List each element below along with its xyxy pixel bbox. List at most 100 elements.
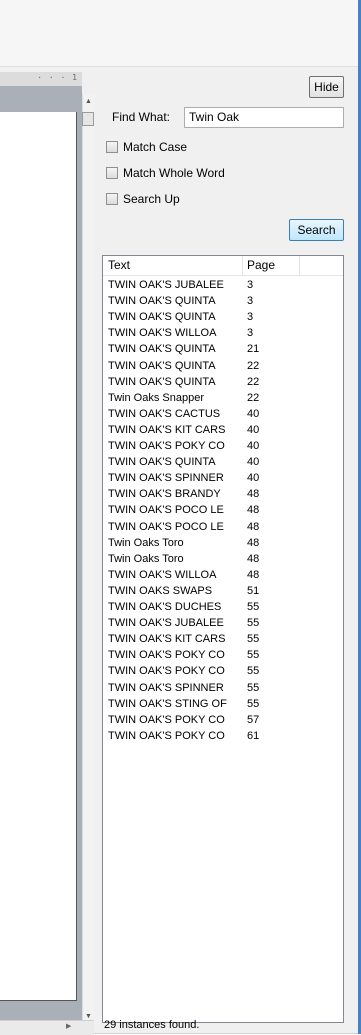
column-separator[interactable] — [242, 256, 243, 275]
result-page: 22 — [247, 359, 260, 372]
table-row[interactable]: TWIN OAK'S QUINTA 3 — [103, 293, 343, 309]
table-row[interactable]: TWIN OAK'S POKY CO 40 — [103, 438, 343, 454]
result-text: TWIN OAK'S DUCHES — [108, 601, 222, 613]
column-separator[interactable] — [299, 256, 300, 275]
result-page: 22 — [247, 391, 260, 404]
result-page: 40 — [247, 456, 260, 469]
result-text: TWIN OAK'S QUINTA — [108, 456, 216, 469]
result-page: 55 — [247, 697, 260, 710]
result-text: TWIN OAK'S QUINTA — [108, 343, 216, 356]
status-text: 29 instances found. — [104, 1019, 200, 1031]
horizontal-scrollbar[interactable]: ▶ — [0, 1020, 94, 1035]
result-text: TWIN OAK'S QUINTA — [108, 359, 216, 372]
result-page: 40 — [247, 407, 260, 420]
result-page: 3 — [247, 327, 254, 340]
hide-button[interactable]: Hide — [309, 76, 344, 98]
result-page: 55 — [247, 601, 260, 613]
table-row[interactable]: TWIN OAK'S SPINNER 40 — [103, 470, 343, 486]
result-page: 55 — [247, 633, 260, 646]
table-row[interactable]: TWIN OAK'S BRANDY 48 — [103, 486, 343, 502]
toolbar-area — [0, 0, 358, 66]
table-row[interactable]: TWIN OAK'S KIT CARS 55 — [103, 631, 343, 647]
match-whole-word-label[interactable]: Match Whole Word — [123, 166, 225, 180]
result-page: 55 — [247, 681, 260, 694]
result-page: 48 — [247, 520, 260, 533]
search-up-checkbox[interactable] — [106, 193, 118, 205]
vertical-scrollbar[interactable]: ▲ ▼ — [82, 94, 95, 1024]
table-row[interactable]: TWIN OAK'S JUBALEE 3 — [103, 277, 343, 293]
table-row[interactable]: TWIN OAK'S POKY CO 57 — [103, 712, 343, 728]
result-text: TWIN OAK'S QUINTA — [108, 375, 216, 388]
scroll-up-arrow-icon[interactable]: ▲ — [85, 98, 92, 105]
result-text: TWIN OAK'S JUBALEE — [108, 279, 224, 291]
result-page: 22 — [247, 375, 260, 388]
result-text: Twin Oaks Snapper — [108, 391, 204, 404]
result-text: TWIN OAK'S JUBALEE — [108, 617, 224, 630]
result-page: 48 — [247, 568, 260, 581]
column-header-text[interactable]: Text — [108, 258, 130, 272]
table-row[interactable]: TWIN OAK'S POCO LE 48 — [103, 502, 343, 518]
result-page: 40 — [247, 423, 260, 436]
result-page: 55 — [247, 665, 260, 678]
table-row[interactable]: TWIN OAK'S SPINNER 55 — [103, 680, 343, 696]
result-text: TWIN OAK'S POCO LE — [108, 504, 224, 517]
divider — [0, 66, 358, 67]
table-row[interactable]: TWIN OAK'S QUINTA 21 — [103, 341, 343, 357]
table-row[interactable]: TWIN OAK'S KIT CARS 40 — [103, 422, 343, 438]
result-page: 3 — [247, 295, 254, 308]
app-window: · · · 1 ▲ ▼ ▶ Hide Find What: Twin Oak M… — [0, 0, 361, 1035]
table-row[interactable]: TWIN OAK'S POKY CO 55 — [103, 663, 343, 679]
match-whole-word-checkbox[interactable] — [106, 167, 118, 179]
table-row[interactable]: TWIN OAK'S QUINTA 3 — [103, 309, 343, 325]
document-page[interactable] — [0, 112, 77, 1001]
result-page: 51 — [247, 584, 260, 597]
table-row[interactable]: TWIN OAK'S QUINTA 40 — [103, 454, 343, 470]
table-row[interactable]: TWIN OAK'S DUCHES 55 — [103, 599, 343, 615]
scroll-down-arrow-icon[interactable]: ▼ — [85, 1013, 92, 1020]
table-row[interactable]: TWIN OAK'S QUINTA 22 — [103, 374, 343, 390]
table-row[interactable]: TWIN OAK'S POCO LE 48 — [103, 519, 343, 535]
result-text: TWIN OAK'S BRANDY — [108, 488, 221, 501]
result-text: TWIN OAK'S STING OF — [108, 697, 227, 710]
result-text: TWIN OAK'S POKY CO — [108, 665, 225, 678]
match-case-checkbox[interactable] — [106, 141, 118, 153]
result-page: 40 — [247, 440, 260, 452]
result-text: TWIN OAK'S SPINNER — [108, 472, 224, 485]
table-row[interactable]: TWIN OAK'S POKY CO 61 — [103, 728, 343, 744]
result-page: 61 — [247, 729, 260, 742]
table-row[interactable]: TWIN OAK'S POKY CO 55 — [103, 647, 343, 663]
result-page: 3 — [247, 311, 254, 324]
table-row[interactable]: TWIN OAKS SWAPS 51 — [103, 583, 343, 599]
match-case-label[interactable]: Match Case — [123, 140, 187, 154]
vertical-scrollbar-thumb[interactable] — [82, 112, 94, 126]
result-page: 3 — [247, 279, 254, 291]
table-row[interactable]: TWIN OAK'S JUBALEE 55 — [103, 615, 343, 631]
result-text: TWIN OAK'S WILLOA — [108, 327, 217, 340]
table-row[interactable]: TWIN OAK'S STING OF 55 — [103, 696, 343, 712]
find-what-input[interactable]: Twin Oak — [184, 107, 344, 128]
table-row[interactable]: TWIN OAK'S WILLOA 48 — [103, 567, 343, 583]
table-row[interactable]: TWIN OAK'S CACTUS 40 — [103, 406, 343, 422]
table-row[interactable]: TWIN OAK'S WILLOA 3 — [103, 325, 343, 341]
result-text: TWIN OAK'S POKY CO — [108, 440, 225, 452]
result-text: Twin Oaks Toro — [108, 552, 184, 565]
scroll-right-arrow-icon[interactable]: ▶ — [66, 1022, 71, 1030]
table-row[interactable]: Twin Oaks Toro 48 — [103, 551, 343, 567]
table-row[interactable]: Twin Oaks Snapper 22 — [103, 390, 343, 406]
ruler: · · · 1 — [0, 72, 82, 86]
result-page: 57 — [247, 713, 260, 726]
result-text: TWIN OAK'S KIT CARS — [108, 633, 226, 646]
results-list[interactable]: Text Page TWIN OAK'S JUBALEE 3 TWIN OAK'S … — [102, 255, 344, 1023]
find-what-label: Find What: — [112, 110, 171, 124]
result-text: TWIN OAKS SWAPS — [108, 584, 213, 597]
result-text: TWIN OAK'S CACTUS — [108, 407, 221, 420]
table-row[interactable]: TWIN OAK'S QUINTA 22 — [103, 358, 343, 374]
results-header: Text Page — [103, 256, 343, 276]
result-text: TWIN OAK'S SPINNER — [108, 681, 224, 694]
result-text: Twin Oaks Toro — [108, 536, 184, 549]
table-row[interactable]: Twin Oaks Toro 48 — [103, 535, 343, 551]
column-header-page[interactable]: Page — [247, 258, 275, 272]
search-button[interactable]: Search — [289, 219, 344, 241]
result-page: 48 — [247, 536, 260, 549]
search-up-label[interactable]: Search Up — [123, 192, 180, 206]
